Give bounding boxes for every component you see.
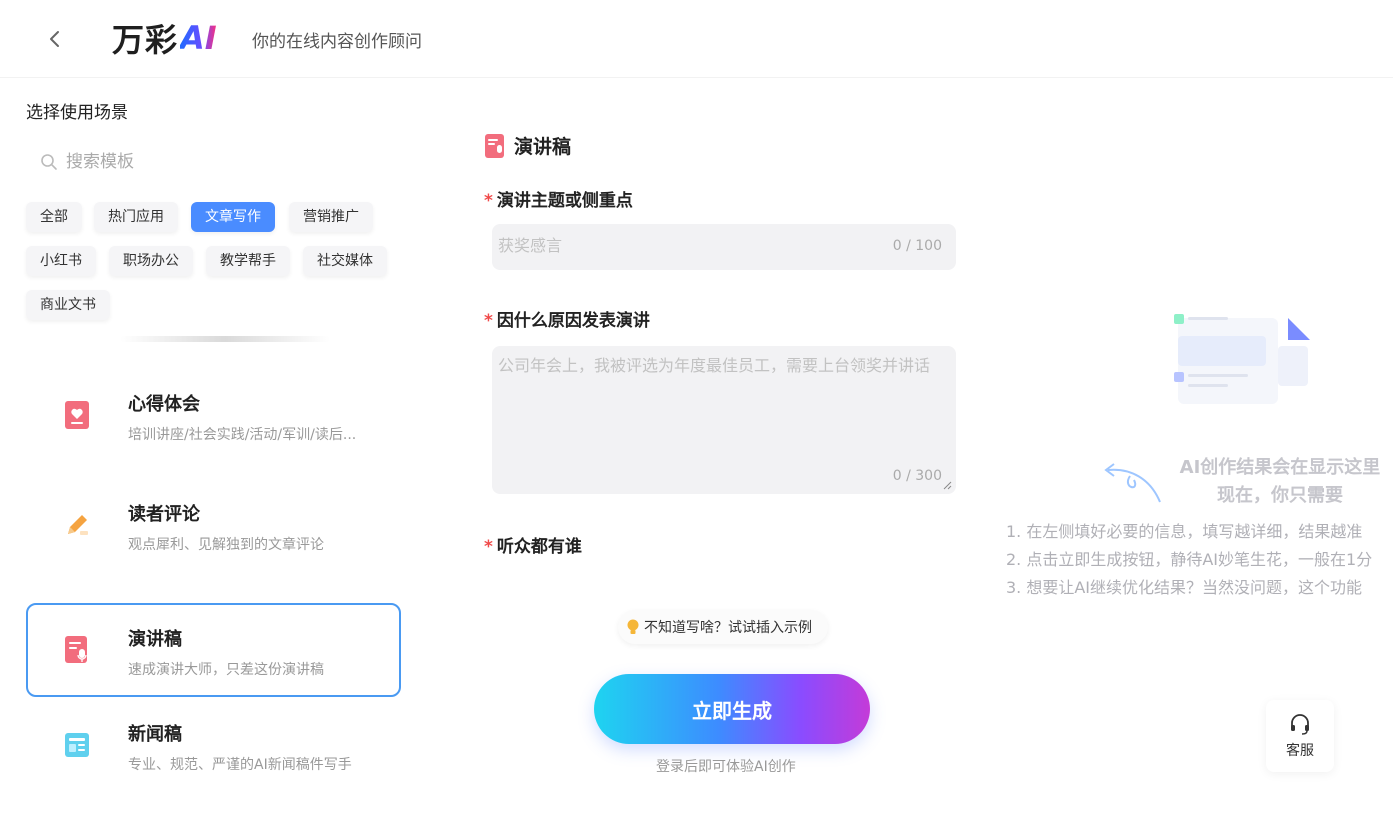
- tag-marketing[interactable]: 营销推广: [289, 202, 373, 232]
- form-title: 演讲稿: [514, 136, 572, 158]
- step-2: 2. 点击立即生成按钮，静待AI妙笔生花，一般在1分: [1006, 550, 1373, 569]
- card-title: 新闻稿: [128, 724, 182, 745]
- heart-doc-icon: [65, 401, 89, 429]
- reason-textarea[interactable]: 公司年会上，我被评选为年度最佳员工，需要上台领奖并讲话 0 / 300: [492, 346, 956, 494]
- login-tip: 登录后即可体验AI创作: [656, 759, 796, 775]
- speech-form: 演讲稿 * 演讲主题或侧重点 获奖感言 0 / 100 * 因什么原因发表演讲 公司…: [470, 120, 980, 820]
- document-illustration-icon: [1174, 314, 1310, 404]
- step-3: 3. 想要让AI继续优化结果？当然没问题，这个功能: [1006, 578, 1363, 597]
- pencil-icon: [68, 515, 88, 535]
- service-label: 客服: [1286, 743, 1314, 759]
- back-button[interactable]: [40, 24, 70, 54]
- field-label-reason: * 因什么原因发表演讲: [484, 311, 650, 331]
- tag-xiaohongshu[interactable]: 小红书: [26, 246, 96, 276]
- card-desc: 培训讲座/社会实践/活动/军训/读后...: [128, 427, 357, 443]
- card-desc: 观点犀利、见解独到的文章评论: [128, 537, 324, 553]
- reason-placeholder: 公司年会上，我被评选为年度最佳员工，需要上台领奖并讲话: [498, 356, 931, 375]
- insert-example-button[interactable]: 不知道写啥？试试插入示例: [618, 610, 828, 644]
- speech-doc-icon: [485, 133, 504, 158]
- curved-arrow-icon: [1104, 463, 1161, 503]
- customer-service-button[interactable]: 客服: [1266, 700, 1334, 772]
- topic-input[interactable]: 获奖感言 0 / 100: [492, 224, 956, 270]
- tag-office[interactable]: 职场办公: [109, 246, 193, 276]
- topic-char-count: 0 / 100: [892, 238, 942, 254]
- logo-text: 万彩: [112, 21, 179, 59]
- chevron-left-icon: [50, 31, 59, 47]
- speech-doc-icon: [65, 636, 87, 663]
- scene-card-reader-review[interactable]: 读者评论 观点犀利、见解独到的文章评论: [26, 478, 401, 572]
- example-label: 不知道写啥？试试插入示例: [644, 620, 812, 636]
- tag-social[interactable]: 社交媒体: [303, 246, 387, 276]
- tag-hot[interactable]: 热门应用: [94, 202, 178, 232]
- app-logo[interactable]: 万彩 AI: [112, 18, 217, 59]
- card-desc: 专业、规范、严谨的AI新闻稿件写手: [128, 757, 352, 773]
- scene-card-insights[interactable]: 心得体会 培训讲座/社会实践/活动/军训/读后...: [26, 368, 401, 462]
- scene-card-speech[interactable]: 演讲稿 速成演讲大师，只差这份演讲稿: [26, 603, 401, 697]
- list-fade: [120, 336, 330, 342]
- search-input[interactable]: [66, 152, 366, 172]
- result-panel: AI创作结果会在显示这里 现在，你只需要 1. 在左侧填好必要的信息，填写越详细…: [1000, 78, 1393, 829]
- card-desc: 速成演讲大师，只差这份演讲稿: [128, 662, 324, 678]
- top-header: 万彩 AI 你的在线内容创作顾问: [0, 0, 1393, 78]
- lightbulb-icon: [627, 619, 639, 634]
- resize-handle-icon[interactable]: [942, 480, 952, 490]
- tag-teaching[interactable]: 教学帮手: [206, 246, 290, 276]
- template-search[interactable]: [28, 144, 398, 180]
- topic-placeholder: 获奖感言: [498, 236, 563, 255]
- tag-business[interactable]: 商业文书: [26, 290, 110, 320]
- scene-title: 选择使用场景: [26, 103, 128, 123]
- scene-card-news[interactable]: 新闻稿 专业、规范、严谨的AI新闻稿件写手: [26, 698, 401, 792]
- headset-icon: [1291, 714, 1309, 735]
- card-title: 演讲稿: [128, 629, 182, 650]
- step-1: 1. 在左侧填好必要的信息，填写越详细，结果越准: [1006, 522, 1363, 541]
- card-title: 心得体会: [128, 394, 200, 415]
- result-steps: 1. 在左侧填好必要的信息，填写越详细，结果越准 2. 点击立即生成按钮，静待A…: [1006, 518, 1393, 602]
- result-title: AI创作结果会在显示这里 现在，你只需要: [1179, 457, 1381, 506]
- field-label-topic: * 演讲主题或侧重点: [484, 191, 633, 211]
- tag-all[interactable]: 全部: [26, 202, 82, 232]
- generate-button[interactable]: 立即生成: [594, 674, 870, 744]
- reason-char-count: 0 / 300: [892, 468, 942, 484]
- news-icon: [65, 733, 89, 757]
- tag-article-writing[interactable]: 文章写作: [191, 202, 275, 232]
- scene-panel: 选择使用场景 全部 热门应用 文章写作 营销推广 小红书 职场办公 教学帮手 社…: [0, 78, 430, 829]
- logo-ai-text: AI: [180, 19, 217, 57]
- field-label-audience: * 听众都有谁: [484, 537, 582, 557]
- slogan: 你的在线内容创作顾问: [252, 32, 422, 52]
- card-title: 读者评论: [128, 504, 200, 525]
- form-header: 演讲稿: [484, 132, 571, 159]
- search-icon: [41, 154, 57, 170]
